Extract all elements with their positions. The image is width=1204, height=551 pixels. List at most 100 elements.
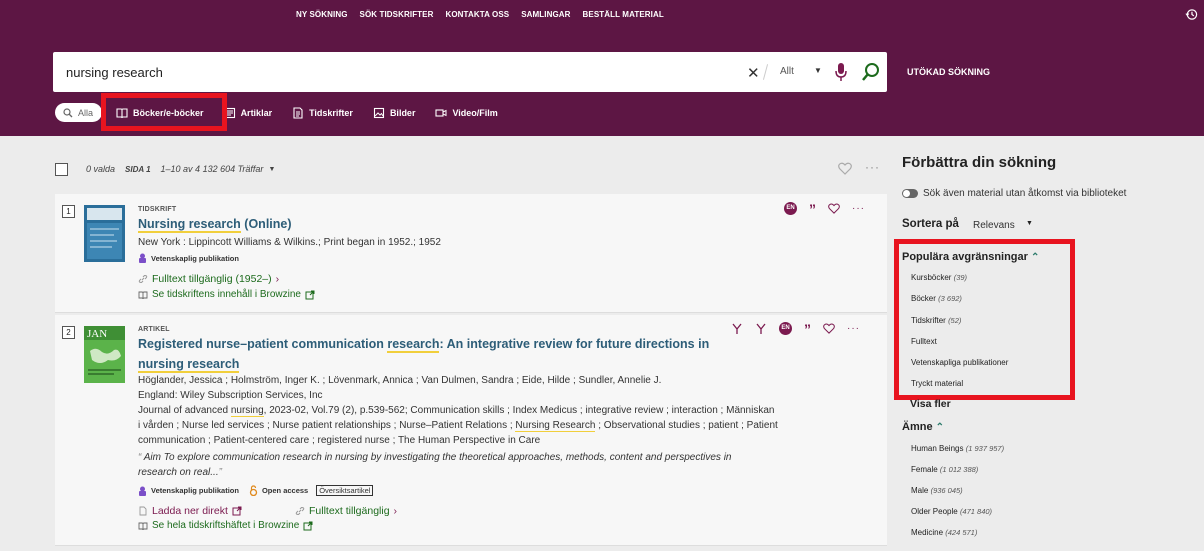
external-link-icon xyxy=(305,290,315,299)
search-icon[interactable] xyxy=(861,62,881,82)
search-box: nursing research ✕ Allt ▼ xyxy=(53,52,887,92)
language-badge: EN xyxy=(784,202,797,215)
facet-item[interactable]: Medicine (424 571) xyxy=(911,528,977,537)
history-icon[interactable] xyxy=(1185,8,1198,21)
subjects-part: ; Observational studies ; patient ; Pati… xyxy=(595,420,778,431)
tab-all-label: Alla xyxy=(78,107,94,118)
external-link-icon xyxy=(303,521,313,530)
title-rest: (Online) xyxy=(240,217,292,231)
citing-icon[interactable] xyxy=(755,323,767,335)
image-icon xyxy=(373,107,384,118)
review-tag: Översiktsartikel xyxy=(316,485,374,496)
peer-review-icon xyxy=(139,486,146,496)
journal-part: Journal of advanced xyxy=(138,405,231,416)
divider xyxy=(762,64,769,80)
fulltext-link[interactable]: Fulltext tillgänglig (1952–) › xyxy=(138,273,279,285)
chevron-down-icon[interactable]: ▼ xyxy=(1026,220,1033,227)
page-indicator: SIDA 1 xyxy=(125,164,151,174)
result-number: 2 xyxy=(62,326,75,339)
result-title-line2[interactable]: nursing research xyxy=(138,355,738,374)
text-highlight: Nursing Research xyxy=(515,420,596,432)
more-options-icon[interactable]: ··· xyxy=(865,160,880,174)
fulltext-link[interactable]: Fulltext tillgänglig › xyxy=(295,505,397,517)
result-actions: EN ” ··· xyxy=(784,202,865,216)
tab-images-label: Bilder xyxy=(389,107,416,118)
results-toolbar-wrap: 0 valda SIDA 1 1–10 av 4 132 604 Träffar… xyxy=(55,150,887,188)
heart-icon[interactable] xyxy=(838,162,852,175)
fulltext-label: Fulltext tillgänglig (1952–) xyxy=(152,273,272,285)
facet-item[interactable]: Male (936 045) xyxy=(911,486,963,495)
cite-icon[interactable]: ” xyxy=(804,322,811,336)
facet-item[interactable]: Female (1 012 388) xyxy=(911,465,978,474)
search-scope-select[interactable]: Allt xyxy=(780,66,794,77)
link-icon xyxy=(138,274,148,284)
cited-by-icon[interactable] xyxy=(731,323,743,335)
heart-icon[interactable] xyxy=(823,323,835,334)
refine-title: Förbättra din sökning xyxy=(902,154,1057,171)
result-actions: EN ” ··· xyxy=(731,322,860,336)
title-highlight: nursing research xyxy=(138,357,240,373)
browzine-label: Se hela tidskriftshäftet i Browzine xyxy=(152,520,300,531)
result-card: 1 TIDSKRIFT Nursing research (Online) Ne… xyxy=(55,194,887,313)
advanced-search-link[interactable]: UTÖKAD SÖKNING xyxy=(907,67,990,77)
search-input[interactable]: nursing research xyxy=(66,65,163,80)
authors: Höglander, Jessica ; Holmström, Inger K.… xyxy=(138,375,662,386)
microphone-icon[interactable] xyxy=(834,62,848,82)
sort-select[interactable]: Relevans xyxy=(973,220,1015,231)
facet-label: Male xyxy=(911,486,929,495)
result-number: 1 xyxy=(62,205,75,218)
title-highlight: Nursing research xyxy=(138,217,241,233)
facet-subject-label: Ämne xyxy=(902,421,933,433)
select-all-checkbox[interactable] xyxy=(55,162,68,176)
nav-new-search[interactable]: NY SÖKNING xyxy=(296,10,348,19)
nav-collections[interactable]: SAMLINGAR xyxy=(521,10,570,19)
subjects-line: i vården ; Nurse led services ; Nurse pa… xyxy=(138,418,838,433)
include-unavailable-toggle[interactable] xyxy=(902,189,918,198)
download-link[interactable]: Ladda ner direkt xyxy=(138,505,242,517)
tab-articles[interactable]: Artiklar xyxy=(224,107,273,119)
journal-icon xyxy=(293,106,303,119)
facet-item[interactable]: Older People (471 840) xyxy=(911,507,992,516)
publisher-info: England: Wiley Subscription Services, In… xyxy=(138,390,323,401)
journal-info: Journal of advanced nursing, 2023-02, Vo… xyxy=(138,403,838,418)
journal-cover-image[interactable]: JAN xyxy=(84,326,125,383)
open-access-icon xyxy=(249,485,258,496)
quote-close-icon: ” xyxy=(218,467,222,478)
chevron-down-icon[interactable]: ▼ xyxy=(268,166,275,173)
chevron-up-icon: ⌃ xyxy=(935,422,945,433)
facet-subject-header[interactable]: Ämne ⌃ xyxy=(902,421,944,433)
chevron-down-icon[interactable]: ▼ xyxy=(814,66,822,75)
abstract-text: Aim To explore communication research in… xyxy=(143,452,732,463)
show-more-link[interactable]: Visa fler xyxy=(910,398,951,410)
browzine-link[interactable]: Se tidskriftens innehåll i Browzine xyxy=(138,289,315,300)
heart-icon[interactable] xyxy=(828,203,840,214)
cite-icon[interactable]: ” xyxy=(809,202,816,216)
peer-reviewed-label: Vetenskaplig publikation xyxy=(151,253,239,263)
tab-articles-label: Artiklar xyxy=(240,107,273,118)
highlight-box-popular xyxy=(894,239,1075,400)
title-highlight: research xyxy=(387,337,440,353)
tab-video[interactable]: Video/Film xyxy=(435,107,498,119)
more-options-icon[interactable]: ··· xyxy=(852,203,865,213)
nav-search-journals[interactable]: SÖK TIDSKRIFTER xyxy=(360,10,434,19)
facet-item[interactable]: Human Beings (1 937 957) xyxy=(911,444,1004,453)
link-icon xyxy=(295,506,305,516)
clear-icon[interactable]: ✕ xyxy=(747,64,760,82)
facet-count: (424 571) xyxy=(945,528,978,537)
badge-row: Vetenskaplig publikation Open access Öve… xyxy=(138,485,374,496)
browzine-link[interactable]: Se hela tidskriftshäftet i Browzine xyxy=(138,520,313,531)
title-part: Registered nurse–patient communication xyxy=(138,337,388,351)
result-title[interactable]: Registered nurse–patient communication r… xyxy=(138,335,738,354)
nav-contact[interactable]: KONTAKTA OSS xyxy=(445,10,509,19)
tab-all[interactable]: Alla xyxy=(55,103,103,122)
book-open-icon xyxy=(138,291,148,299)
nav-order-material[interactable]: BESTÄLL MATERIAL xyxy=(583,10,664,19)
result-title[interactable]: Nursing research (Online) xyxy=(138,215,738,234)
publisher-info: New York : Lippincott Williams & Wilkins… xyxy=(138,237,441,248)
journal-cover-image[interactable] xyxy=(84,205,125,262)
language-badge: EN xyxy=(779,322,792,335)
tab-video-label: Video/Film xyxy=(452,107,498,118)
tab-journals[interactable]: Tidskrifter xyxy=(292,106,353,119)
tab-images[interactable]: Bilder xyxy=(373,107,416,119)
more-options-icon[interactable]: ··· xyxy=(847,323,860,333)
